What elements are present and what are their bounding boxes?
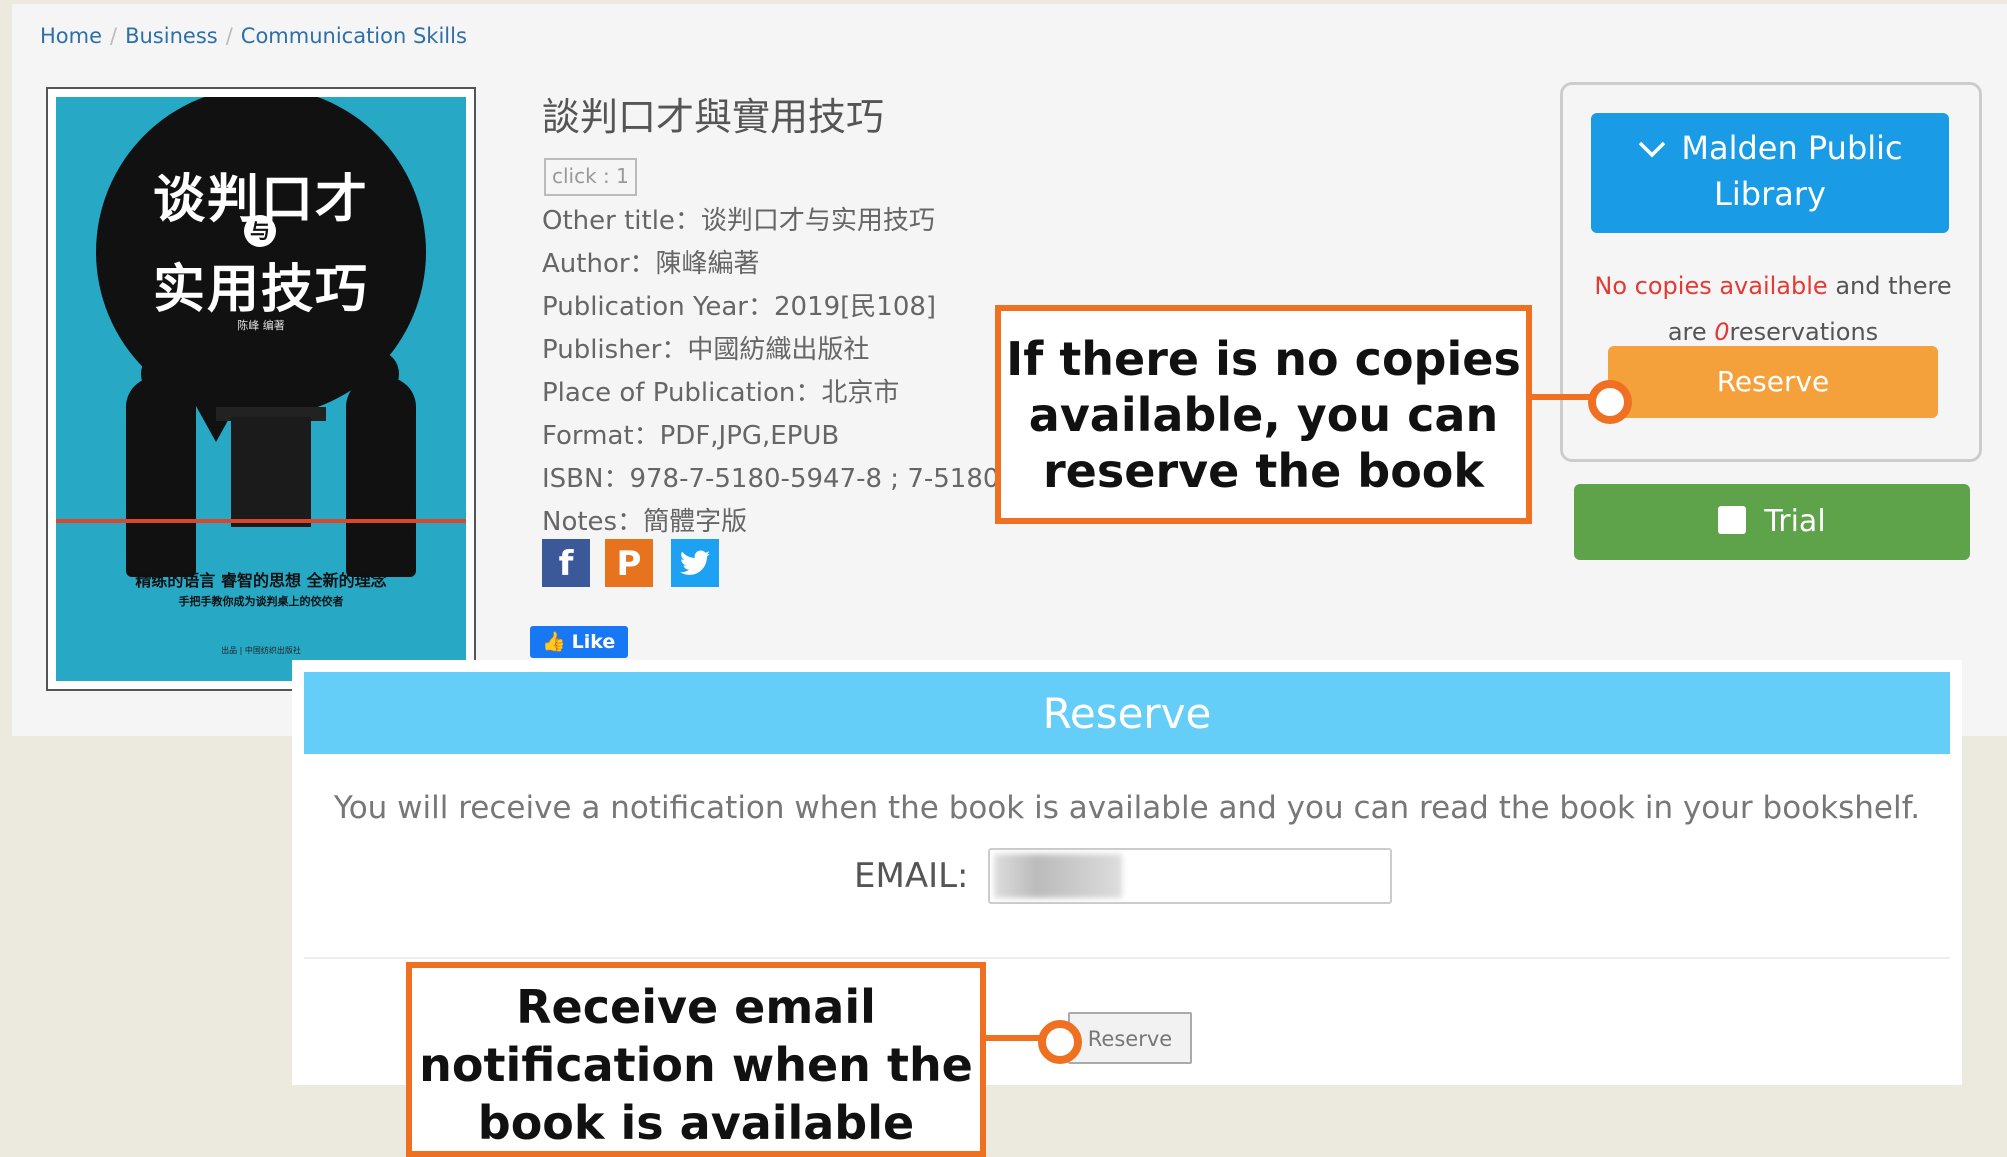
meta-publication-year: Publication Year：2019[民108]: [542, 292, 937, 322]
library-name: Malden Public Library: [1681, 129, 1903, 213]
cover-floor-line: [56, 519, 466, 523]
book-title: 談判口才與實用技巧: [542, 95, 885, 139]
cover-publishers: 出品 | 中国纺织出版社: [221, 646, 301, 655]
callout-reserve-hint: If there is no copies available, you can…: [995, 305, 1532, 524]
breadcrumb-separator: /: [225, 24, 233, 48]
no-copies-text: No copies available: [1594, 272, 1828, 300]
meta-notes: Notes：簡體字版: [542, 507, 748, 537]
twitter-bird-icon: [680, 550, 710, 575]
modal-message: You will receive a notification when the…: [333, 790, 1921, 826]
chevron-down-icon: [1637, 125, 1667, 171]
like-label: Like: [571, 631, 616, 653]
cover-title-connector: 与: [244, 215, 276, 247]
cover-desk: [231, 417, 311, 527]
library-select-button[interactable]: Malden Public Library: [1591, 113, 1949, 233]
modal-divider: [304, 957, 1950, 959]
trial-label: Trial: [1764, 504, 1826, 539]
callout-bottom-marker: [1038, 1020, 1082, 1064]
modal-title: Reserve: [304, 672, 1950, 754]
meta-place: Place of Publication：北京市: [542, 378, 900, 408]
breadcrumb: Home / Business / Communication Skills: [40, 24, 467, 48]
reservation-count: 0: [1714, 318, 1730, 346]
callout-bottom-line1: Receive email: [516, 980, 876, 1034]
preview-book-icon: [1718, 505, 1747, 534]
meta-author: Author：陳峰編著: [542, 249, 760, 279]
callout-top-line1: If there is no copies: [1006, 332, 1521, 386]
cover-author: 陈峰 编著: [237, 319, 285, 332]
meta-isbn: ISBN：978-7-5180-5947-8 ; 7-5180-5: [542, 464, 1026, 494]
book-cover-frame: 谈判口才 与 实用技巧 陈峰 编著 精练的语言 睿智的思想 全新的理念 手把手教…: [46, 87, 476, 691]
facebook-share-icon[interactable]: f: [542, 539, 590, 587]
callout-top-marker: [1588, 380, 1632, 424]
click-count-badge: click : 1: [544, 158, 637, 196]
callout-email-hint: Receive email notification when the book…: [406, 962, 986, 1157]
modal-reserve-button[interactable]: Reserve: [1068, 1012, 1192, 1064]
facebook-like-button[interactable]: 👍 Like: [530, 626, 628, 658]
plurk-share-icon[interactable]: P: [605, 539, 653, 587]
twitter-share-icon[interactable]: [671, 539, 719, 587]
are-text: are: [1667, 318, 1715, 346]
reservations-text: reservations: [1729, 318, 1879, 346]
callout-bottom-connector: [986, 1035, 1046, 1041]
availability-status: No copies available and there are 0reser…: [1583, 263, 1963, 355]
email-redacted-value: [994, 854, 1122, 898]
trial-button[interactable]: Trial: [1574, 484, 1970, 560]
cover-title-line2: 实用技巧: [152, 260, 369, 320]
callout-top-line2: available, you can: [1028, 388, 1499, 442]
email-label: EMAIL:: [854, 856, 969, 896]
and-there-text: and there: [1827, 272, 1952, 300]
meta-publisher: Publisher：中國紡織出版社: [542, 335, 870, 365]
cover-figure-right: [346, 377, 416, 577]
email-input[interactable]: [988, 848, 1392, 904]
meta-other-title: Other title：谈判口才与实用技巧: [542, 206, 935, 236]
breadcrumb-separator: /: [110, 24, 118, 48]
cover-figure-left: [126, 377, 196, 577]
callout-bottom-line2: notification when the: [419, 1038, 973, 1092]
callout-bottom-line3: book is available: [477, 1096, 915, 1150]
breadcrumb-subcategory[interactable]: Communication Skills: [241, 24, 467, 48]
meta-format: Format：PDF,JPG,EPUB: [542, 421, 840, 451]
reserve-button[interactable]: Reserve: [1608, 346, 1938, 418]
book-cover-image: 谈判口才 与 实用技巧 陈峰 编著 精练的语言 睿智的思想 全新的理念 手把手教…: [56, 97, 466, 681]
cover-subtagline: 手把手教你成为谈判桌上的佼佼者: [178, 595, 344, 608]
cover-tagline: 精练的语言 睿智的思想 全新的理念: [135, 571, 387, 590]
callout-top-line3: reserve the book: [1042, 444, 1485, 498]
breadcrumb-home[interactable]: Home: [40, 24, 102, 48]
thumbs-up-icon: 👍: [542, 631, 566, 653]
breadcrumb-category[interactable]: Business: [125, 24, 218, 48]
